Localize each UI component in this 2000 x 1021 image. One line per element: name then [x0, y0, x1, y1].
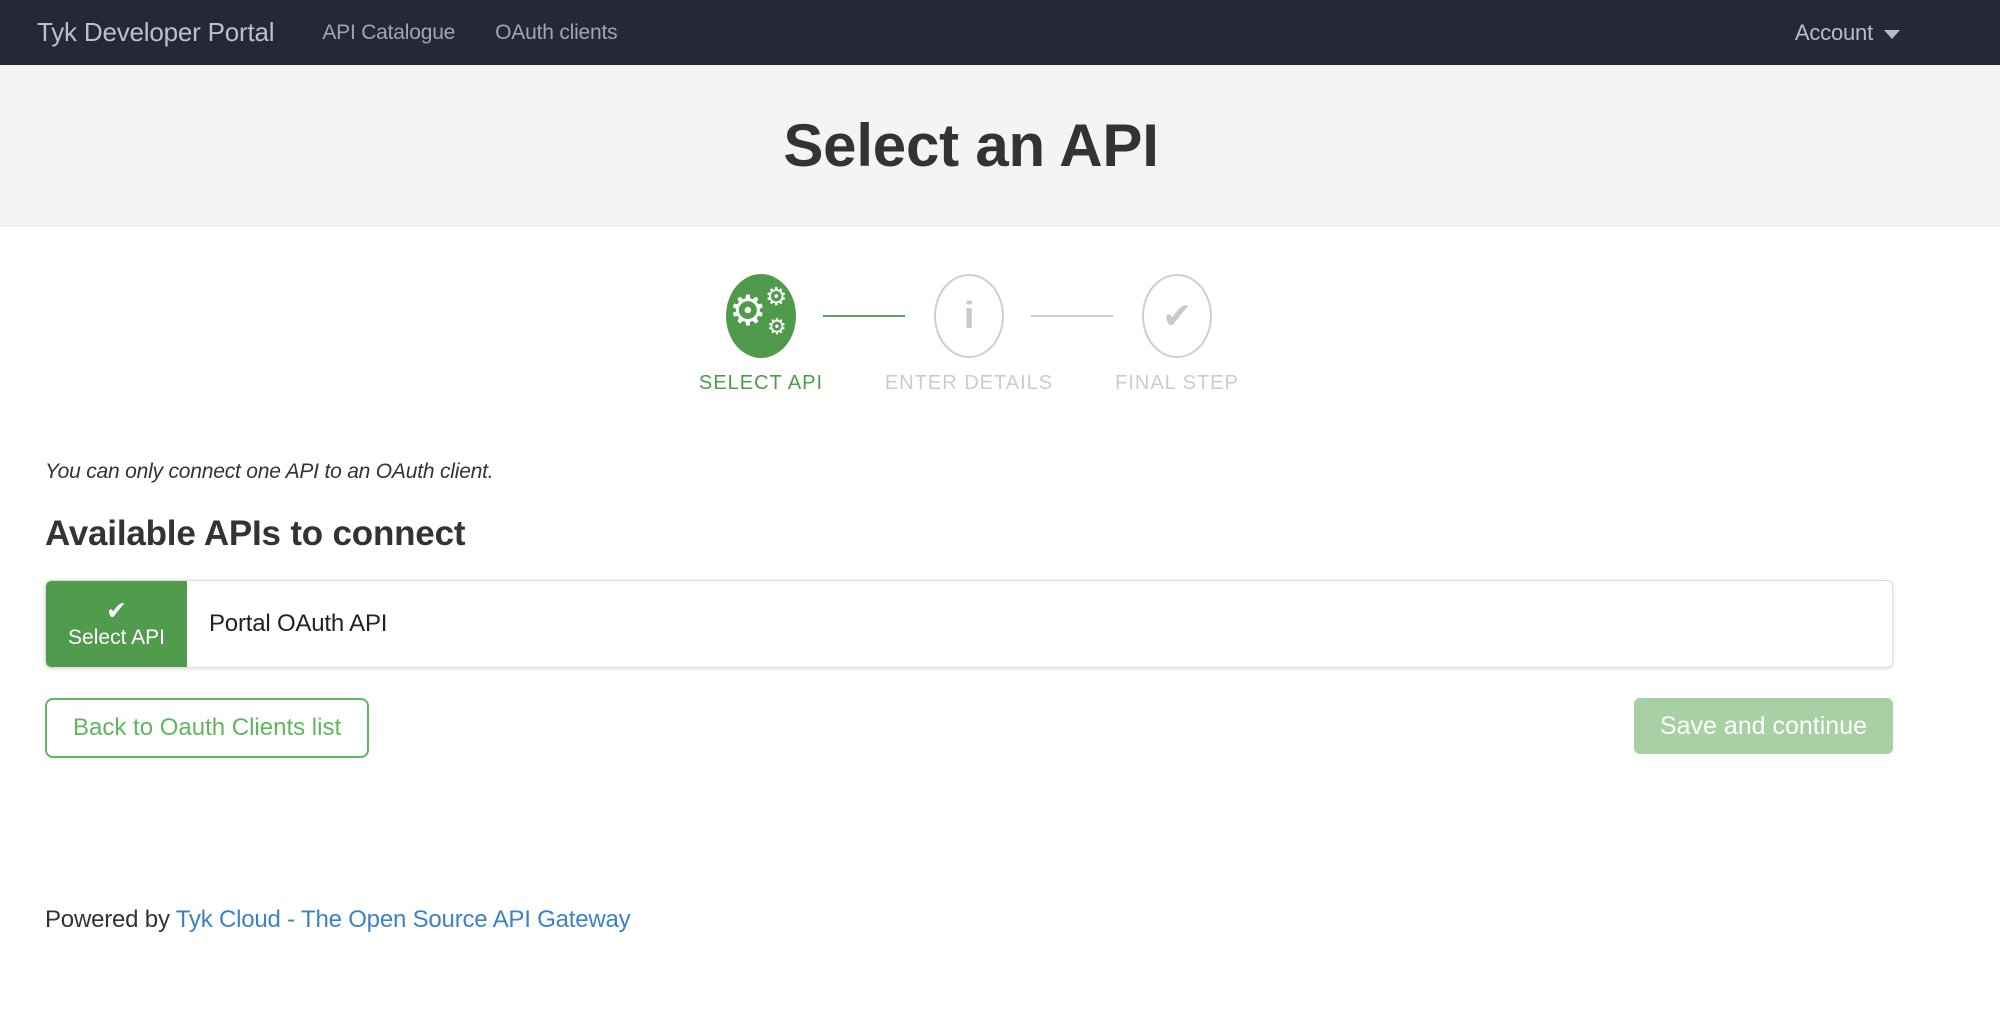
api-name: Portal OAuth API	[187, 581, 387, 667]
gear-glyph: ⚙	[729, 290, 766, 332]
nav-link-oauth-clients[interactable]: OAuth clients	[475, 21, 637, 45]
select-api-button[interactable]: ✔ Select API	[46, 581, 187, 667]
step-final-step-indicator: ✔	[1142, 274, 1212, 358]
navbar: Tyk Developer Portal API Catalogue OAuth…	[0, 0, 2000, 65]
section-title: Available APIs to connect	[45, 514, 1893, 554]
account-menu[interactable]: Account	[1795, 20, 1900, 46]
step-final-step: ✔ FINAL STEP	[1074, 274, 1280, 395]
main-content: ⚙ ⚙ ⚙ SELECT API i ENTER DETAILS ✔ FINAL…	[45, 274, 1893, 934]
step-select-api: ⚙ ⚙ ⚙ SELECT API	[658, 274, 864, 395]
info-icon: i	[964, 295, 974, 338]
gears-icon: ⚙ ⚙ ⚙	[731, 286, 791, 346]
back-to-oauth-clients-button[interactable]: Back to Oauth Clients list	[45, 698, 369, 758]
page-header: Select an API	[0, 65, 2000, 226]
gear-glyph: ⚙	[765, 285, 787, 310]
step-label: ENTER DETAILS	[885, 372, 1053, 395]
check-icon: ✔	[106, 598, 127, 626]
footer: Powered by Tyk Cloud - The Open Source A…	[45, 906, 1893, 934]
api-list-item: ✔ Select API Portal OAuth API	[45, 580, 1893, 668]
check-icon: ✔	[1162, 295, 1192, 337]
step-label: FINAL STEP	[1115, 372, 1239, 395]
chevron-down-icon	[1884, 30, 1900, 39]
page-title: Select an API	[783, 111, 1158, 180]
step-select-api-indicator: ⚙ ⚙ ⚙	[726, 274, 796, 358]
step-label: SELECT API	[699, 372, 823, 395]
nav-link-api-catalogue[interactable]: API Catalogue	[302, 21, 475, 45]
tyk-cloud-link[interactable]: Tyk Cloud - The Open Source API Gateway	[176, 906, 631, 933]
form-actions: Back to Oauth Clients list Save and cont…	[45, 698, 1893, 758]
select-api-button-label: Select API	[68, 626, 165, 650]
step-enter-details: i ENTER DETAILS	[866, 274, 1072, 395]
wizard-stepper: ⚙ ⚙ ⚙ SELECT API i ENTER DETAILS ✔ FINAL…	[658, 274, 1280, 402]
brand-link[interactable]: Tyk Developer Portal	[37, 17, 274, 48]
oauth-note: You can only connect one API to an OAuth…	[45, 460, 1893, 484]
step-enter-details-indicator: i	[934, 274, 1004, 358]
save-and-continue-button[interactable]: Save and continue	[1634, 698, 1893, 754]
powered-by-text: Powered by	[45, 906, 176, 933]
account-label: Account	[1795, 20, 1873, 46]
gear-glyph: ⚙	[767, 316, 787, 338]
